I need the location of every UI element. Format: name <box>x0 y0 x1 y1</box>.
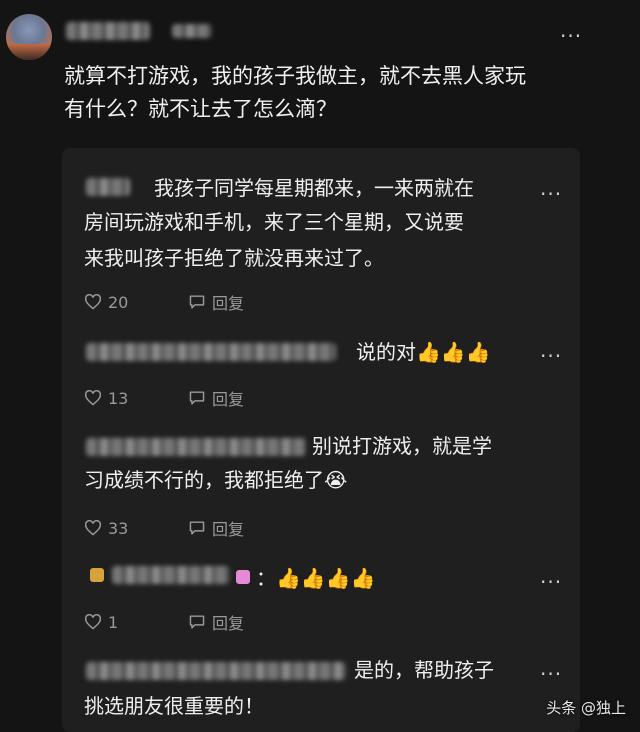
reply-username-blurred[interactable] <box>86 438 306 456</box>
reply-actions: 13 回复 <box>84 386 244 410</box>
post-text-line: 有什么？就不让去了怎么滴？ <box>64 97 337 121</box>
like-button[interactable]: 1 <box>84 613 188 632</box>
post-text: 就算不打游戏，我的孩子我做主，就不去黑人家玩 有什么？就不让去了怎么滴？ <box>64 60 604 126</box>
reply-button[interactable]: 回复 <box>188 386 244 410</box>
comment-icon <box>189 615 205 629</box>
post-text-line: 就算不打游戏，我的孩子我做主，就不去黑人家玩 <box>64 64 526 88</box>
avatar[interactable] <box>6 14 52 60</box>
reply-username-blurred[interactable] <box>86 343 336 361</box>
user-badge-icon <box>90 568 104 582</box>
reply-text: 别说打游戏，就是学 <box>312 434 492 458</box>
reply-button[interactable]: 回复 <box>188 516 244 540</box>
user-badge-icon <box>236 570 250 584</box>
heart-icon <box>84 614 102 630</box>
reply-text: 来我叫孩子拒绝了就没再来过了。 <box>84 246 384 270</box>
like-button[interactable]: 33 <box>84 519 188 538</box>
more-icon[interactable]: ··· <box>540 664 562 684</box>
reply-actions: 1 回复 <box>84 610 244 634</box>
more-icon[interactable]: ··· <box>540 572 562 592</box>
reply-label: 回复 <box>212 614 245 633</box>
more-icon[interactable]: ··· <box>540 346 562 366</box>
reply-text: 我孩子同学每星期都来，一来两就在 <box>154 176 474 200</box>
heart-icon <box>84 520 102 536</box>
like-button[interactable]: 20 <box>84 293 188 312</box>
reply-text: 挑选朋友很重要的！ <box>84 694 264 718</box>
like-count: 20 <box>108 292 129 312</box>
reply-actions: 33 回复 <box>84 516 244 540</box>
reply-text: 说的对👍👍👍 <box>356 340 491 364</box>
watermark: 头条 @独上 <box>546 699 626 717</box>
reply-text: 房间玩游戏和手机，来了三个星期，又说要 <box>84 210 464 234</box>
heart-icon <box>84 390 102 406</box>
reply-username-blurred[interactable] <box>86 178 130 196</box>
reply-text: 习成绩不行的，我都拒绝了😭 <box>84 468 348 492</box>
comment-icon <box>189 391 205 405</box>
reply-actions: 20 回复 <box>84 290 244 314</box>
reply-username-blurred[interactable] <box>112 566 230 584</box>
reply-label: 回复 <box>212 520 245 539</box>
comment-icon <box>189 295 205 309</box>
more-icon[interactable]: ··· <box>560 26 582 46</box>
like-count: 1 <box>108 612 119 632</box>
comment-icon <box>189 521 205 535</box>
heart-icon <box>84 294 102 310</box>
reply-label: 回复 <box>212 294 245 313</box>
reply-label: 回复 <box>212 390 245 409</box>
more-icon[interactable]: ··· <box>540 184 562 204</box>
reply-button[interactable]: 回复 <box>188 610 244 634</box>
reply-button[interactable]: 回复 <box>188 290 244 314</box>
like-count: 13 <box>108 388 129 408</box>
like-count: 33 <box>108 518 129 538</box>
reply-text: ：👍👍👍👍 <box>256 566 376 590</box>
user-meta-blurred <box>172 24 212 38</box>
like-button[interactable]: 13 <box>84 389 188 408</box>
reply-text: 是的，帮助孩子 <box>354 658 494 682</box>
reply-username-blurred[interactable] <box>86 662 346 680</box>
username-blurred[interactable] <box>66 22 150 40</box>
